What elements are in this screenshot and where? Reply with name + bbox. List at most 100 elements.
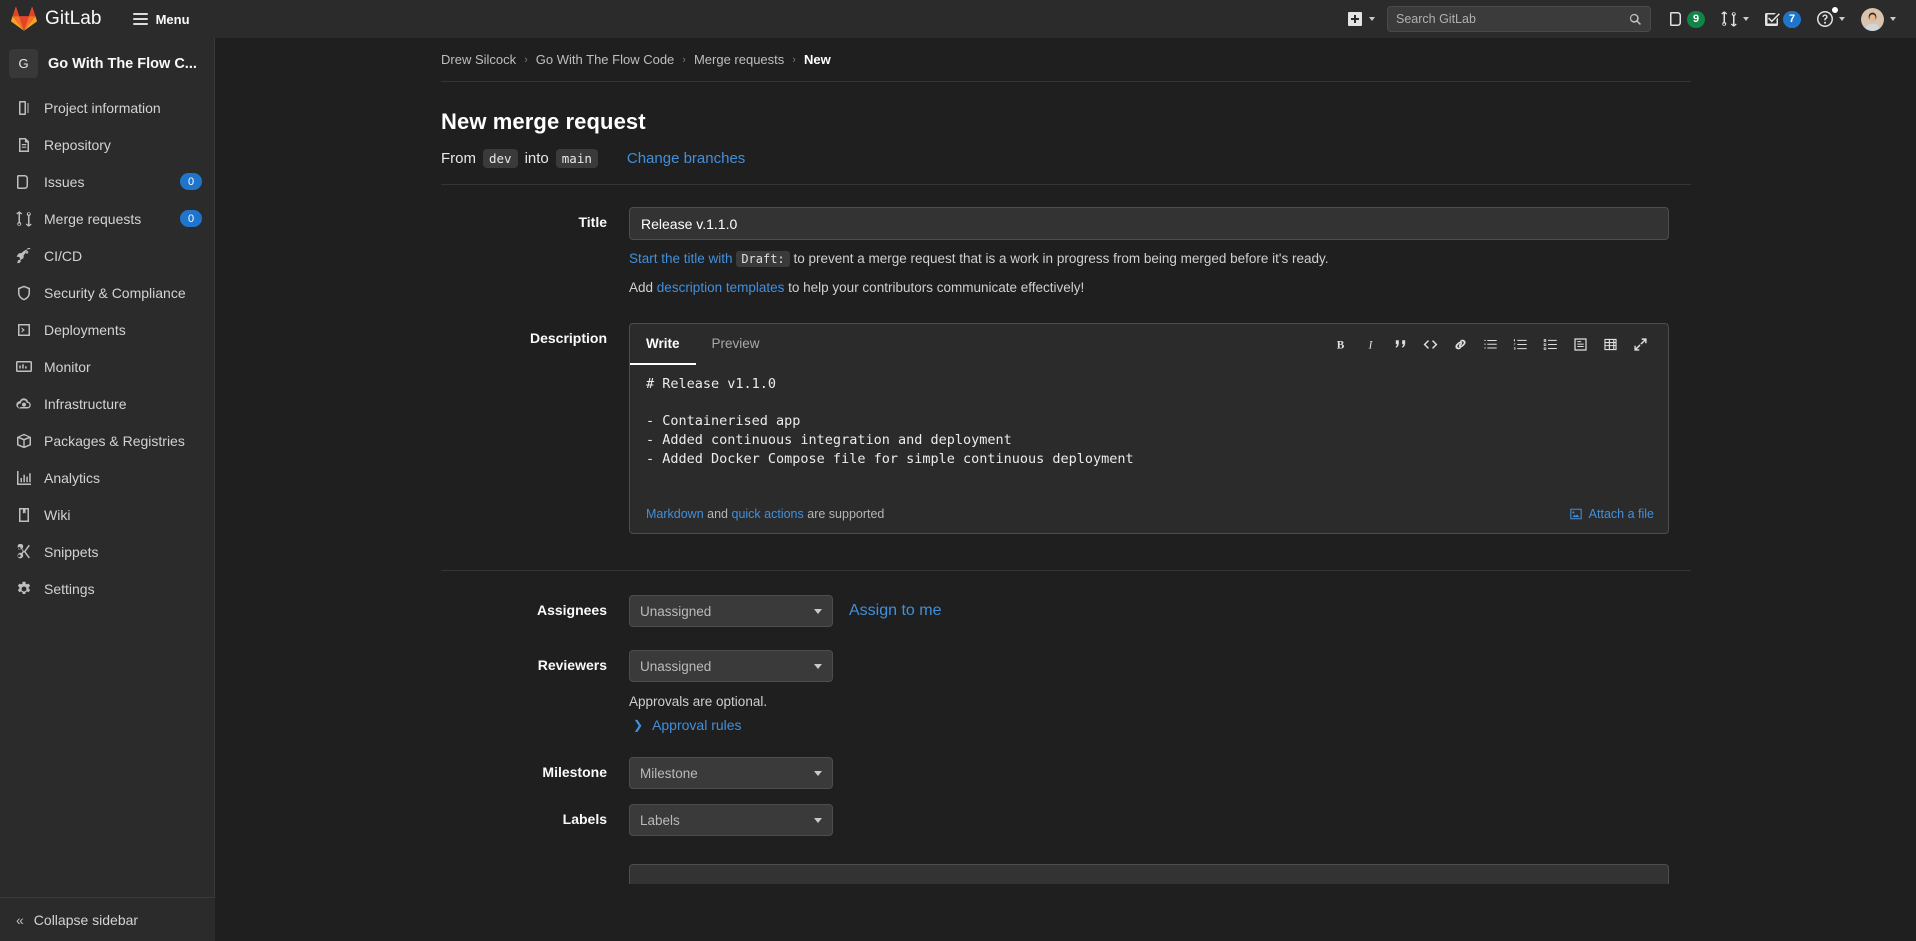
sidebar-item-monitor[interactable]: Monitor [0, 348, 214, 385]
title-form-row: Title Start the title with Draft: to pre… [441, 207, 1691, 297]
chevron-down-icon [814, 770, 822, 776]
description-editor-footer: Markdown and quick actions are supported… [630, 495, 1668, 533]
question-circle-icon [1817, 11, 1833, 27]
table-icon[interactable] [1597, 331, 1624, 358]
sidebar-item-label: Security & Compliance [44, 284, 186, 301]
branch-summary: From dev into main Change branches [441, 149, 1691, 185]
footer-supported-text: are supported [807, 507, 885, 522]
sidebar-item-issues[interactable]: Issues 0 [0, 163, 214, 200]
quote-icon[interactable] [1387, 331, 1414, 358]
fullscreen-icon[interactable] [1627, 331, 1654, 358]
gitlab-brand-text[interactable]: GitLab [45, 8, 102, 30]
approvals-optional-note: Approvals are optional. [629, 694, 768, 710]
collapse-sidebar-label: Collapse sidebar [33, 911, 139, 928]
rocket-icon [16, 247, 32, 264]
sidebar-item-merge-requests[interactable]: Merge requests 0 [0, 200, 214, 237]
breadcrumb-separator-icon: › [682, 53, 686, 66]
sidebar-item-label: Merge requests [44, 210, 142, 227]
bold-icon[interactable]: B [1327, 331, 1354, 358]
sidebar-item-snippets[interactable]: Snippets [0, 533, 214, 570]
sidebar-item-project-information[interactable]: Project information [0, 89, 214, 126]
sidebar-item-packages-registries[interactable]: Packages & Registries [0, 422, 214, 459]
link-icon[interactable] [1447, 331, 1474, 358]
description-templates-link[interactable]: description templates [657, 280, 785, 295]
start-title-with-draft-link[interactable]: Start the title with [629, 251, 733, 266]
section-divider [441, 570, 1691, 572]
add-templates-rest: to help your contributors communicate ef… [788, 279, 1085, 295]
package-icon [16, 433, 32, 449]
plus-square-icon [1348, 12, 1362, 26]
labels-select[interactable]: Labels [629, 804, 833, 837]
todos-nav-button[interactable]: 7 [1757, 0, 1809, 38]
main-menu-button[interactable]: Menu [127, 8, 196, 31]
markdown-link[interactable]: Markdown [646, 507, 704, 521]
collapsible-section-icon[interactable] [1567, 331, 1594, 358]
issues-nav-button[interactable]: 9 [1661, 0, 1713, 38]
assign-to-me-link[interactable]: Assign to me [849, 602, 941, 620]
chevron-down-icon [1839, 17, 1845, 21]
gitlab-logo-icon[interactable] [11, 6, 37, 32]
sidebar-item-label: Monitor [44, 358, 91, 375]
project-sidebar: G Go With The Flow C... Project informat… [0, 38, 215, 941]
quick-actions-link[interactable]: quick actions [732, 507, 804, 521]
chevron-double-left-icon: « [16, 911, 24, 928]
sidebar-item-label: Analytics [44, 469, 101, 486]
issues-count-badge: 9 [1687, 10, 1705, 28]
search-input[interactable]: Search GitLab [1387, 6, 1651, 32]
repository-icon [16, 137, 32, 153]
breadcrumb-item-user[interactable]: Drew Silcock [441, 52, 516, 67]
sidebar-item-infrastructure[interactable]: Infrastructure [0, 385, 214, 422]
sidebar-project-header[interactable]: G Go With The Flow C... [0, 38, 214, 89]
sidebar-item-wiki[interactable]: Wiki [0, 496, 214, 533]
search-placeholder: Search GitLab [1396, 12, 1476, 26]
sidebar-item-cicd[interactable]: CI/CD [0, 237, 214, 274]
help-notification-dot [1831, 6, 1839, 14]
change-branches-link[interactable]: Change branches [627, 150, 745, 167]
numbered-list-icon[interactable] [1507, 331, 1534, 358]
issues-icon [1670, 12, 1681, 26]
sidebar-item-deployments[interactable]: Deployments [0, 311, 214, 348]
description-form-row: Description Write Preview B I # Release … [441, 323, 1691, 535]
sidebar-item-repository[interactable]: Repository [0, 126, 214, 163]
branch-into-label: into [524, 150, 549, 167]
deployments-icon [16, 322, 32, 338]
add-templates-prefix: Add [629, 279, 654, 295]
sidebar-item-settings[interactable]: Settings [0, 570, 214, 607]
milestone-field-label: Milestone [542, 764, 607, 781]
merge-request-title-input[interactable] [629, 207, 1669, 240]
merge-requests-nav-button[interactable] [1713, 0, 1757, 38]
issues-icon [16, 174, 32, 190]
title-helper-templates: Add description templates to help your c… [629, 278, 1691, 298]
tab-preview[interactable]: Preview [696, 324, 776, 365]
user-menu-button[interactable] [1853, 0, 1904, 38]
help-menu-button[interactable] [1809, 0, 1853, 38]
scissors-icon [16, 543, 32, 560]
new-item-dropdown[interactable] [1339, 0, 1383, 38]
description-textarea[interactable] [630, 365, 1668, 496]
breadcrumb-item-project[interactable]: Go With The Flow Code [536, 52, 674, 67]
milestone-select[interactable]: Milestone [629, 757, 833, 790]
breadcrumb: Drew Silcock › Go With The Flow Code › M… [441, 38, 1691, 82]
description-field-label: Description [529, 330, 607, 347]
attach-file-button[interactable]: Attach a file [1569, 507, 1654, 521]
approval-rules-toggle[interactable]: ❯ Approval rules [629, 717, 1691, 733]
task-list-icon[interactable] [1537, 331, 1564, 358]
bullet-list-icon[interactable] [1477, 331, 1504, 358]
tab-write[interactable]: Write [630, 324, 696, 366]
chart-bar-icon [16, 470, 32, 486]
sidebar-item-security-compliance[interactable]: Security & Compliance [0, 274, 214, 311]
formatting-tools: B I [1327, 331, 1654, 358]
next-field-partial[interactable] [629, 864, 1669, 885]
sidebar-nav-list: Project information Repository Issues 0 … [0, 89, 214, 607]
title-helper-rest: to prevent a merge request that is a wor… [793, 251, 1329, 266]
chevron-down-icon [1743, 17, 1749, 21]
reviewers-select[interactable]: Unassigned [629, 650, 833, 683]
breadcrumb-item-merge-requests[interactable]: Merge requests [694, 52, 784, 67]
italic-icon[interactable]: I [1357, 331, 1384, 358]
chevron-down-icon [1890, 17, 1896, 21]
assignees-select[interactable]: Unassigned [629, 595, 833, 628]
sidebar-item-analytics[interactable]: Analytics [0, 459, 214, 496]
collapse-sidebar-button[interactable]: « Collapse sidebar [0, 897, 215, 941]
breadcrumb-separator-icon: › [524, 53, 528, 66]
code-icon[interactable] [1417, 331, 1444, 358]
